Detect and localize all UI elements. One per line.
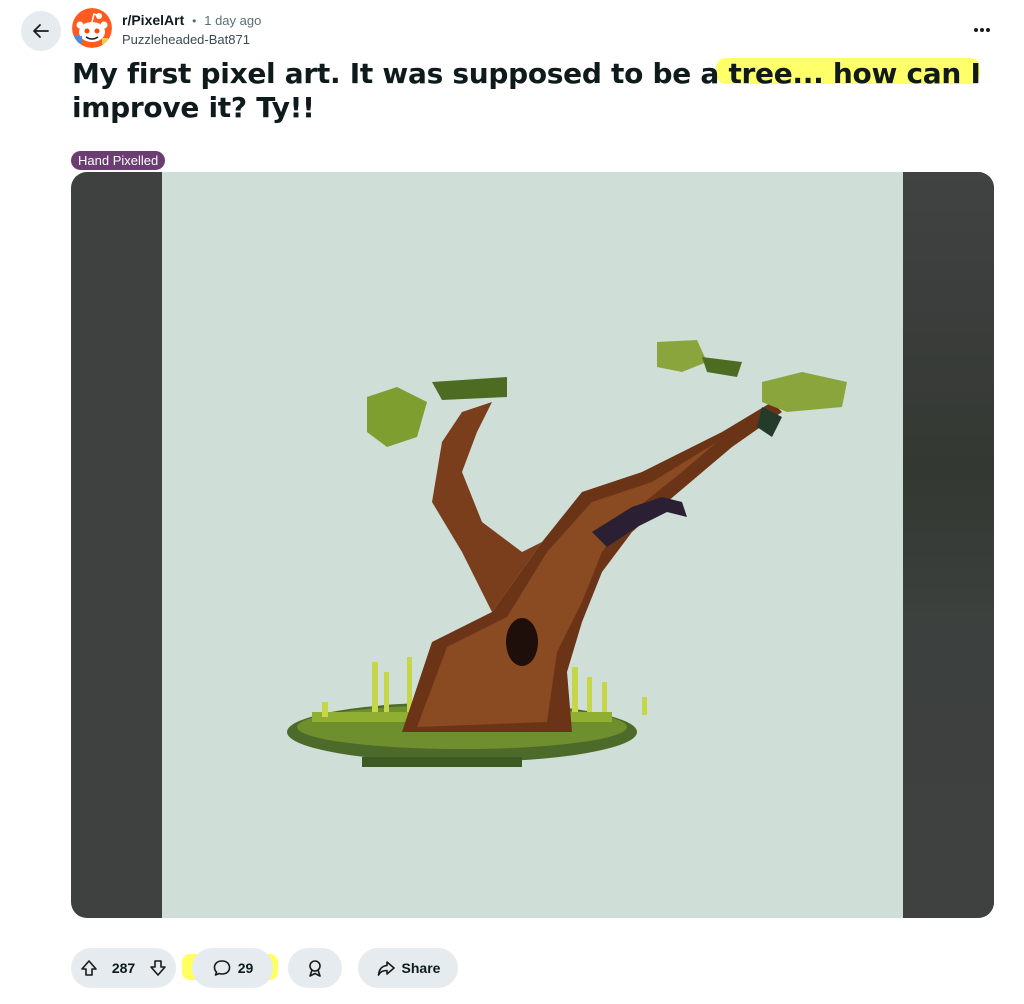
share-label: Share [401,960,441,976]
award-icon [305,958,325,978]
vote-control: 287 [71,948,176,988]
upvote-count: 287 [111,960,136,976]
post-title: My first pixel art. It was supposed to b… [72,57,981,124]
post-time: 1 day ago [204,13,262,28]
subreddit-name[interactable]: r/PixelArt [122,12,184,28]
subreddit-avatar-icon [72,8,112,48]
share-button[interactable]: Share [358,948,458,988]
comments-button[interactable]: 29 [192,948,273,988]
more-options-icon [973,27,991,33]
post-meta: r/PixelArt • 1 day ago Puzzleheaded-Bat8… [122,11,261,49]
upvote-arrow-icon [81,960,97,976]
post-media[interactable] [71,172,994,918]
back-button[interactable] [21,11,61,51]
author-name[interactable]: Puzzleheaded-Bat871 [122,31,261,49]
award-button[interactable] [288,948,342,988]
comment-bubble-icon [212,958,232,978]
post-flair[interactable]: Hand Pixelled [71,151,166,170]
pixel-art-image [162,172,903,918]
share-arrow-icon [376,958,396,978]
subreddit-avatar[interactable] [72,8,112,48]
downvote-button[interactable] [148,958,168,978]
downvote-arrow-icon [150,960,166,976]
back-arrow-icon [31,21,51,41]
meta-separator: • [192,14,197,28]
comment-count: 29 [237,960,254,976]
pixel-tree-illustration [287,340,847,767]
upvote-button[interactable] [79,958,99,978]
media-letterbox-right [902,172,994,918]
overflow-menu-button[interactable] [968,18,996,42]
